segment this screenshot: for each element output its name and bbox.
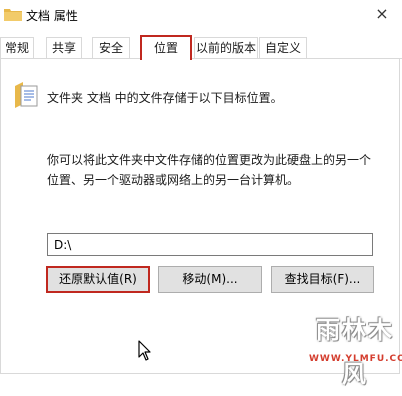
tab-label: 自定义 bbox=[264, 41, 301, 55]
watermark-logo: 雨林木风 WWW.YLMFU.COM bbox=[309, 308, 402, 388]
tab-label: 以前的版本 bbox=[195, 41, 256, 55]
tab-label: 常规 bbox=[4, 41, 29, 55]
tab-previous-versions[interactable]: 以前的版本 bbox=[194, 37, 258, 58]
close-icon: × bbox=[375, 4, 389, 23]
restore-default-button[interactable]: 还原默认值(R) bbox=[46, 266, 150, 293]
tab-customize[interactable]: 自定义 bbox=[259, 37, 307, 58]
title-bar: 文档 属性 × bbox=[0, 0, 402, 32]
mouse-cursor-icon bbox=[138, 340, 151, 361]
watermark-text: 雨林木风 bbox=[316, 316, 394, 388]
folder-icon bbox=[4, 9, 22, 21]
tab-general[interactable]: 常规 bbox=[0, 37, 34, 58]
info-line-2: 位置、另一个驱动器或网络上的另一台计算机。 bbox=[47, 173, 300, 187]
watermark-url: WWW.YLMFU.COM bbox=[309, 354, 402, 364]
tab-bar: 常规 共享 安全 位置 以前的版本 自定义 bbox=[0, 35, 402, 60]
window-title: 文档 属性 bbox=[26, 9, 78, 23]
tab-location[interactable]: 位置 bbox=[140, 35, 192, 60]
info-line-1: 你可以将此文件夹中文件存储的位置更改为此硬盘上的另一个 bbox=[47, 153, 372, 167]
tab-label: 共享 bbox=[51, 41, 76, 55]
find-target-button[interactable]: 查找目标(F)... bbox=[271, 266, 374, 293]
location-description: 文件夹 文档 中的文件存储于以下目标位置。 bbox=[47, 91, 283, 105]
close-button[interactable]: × bbox=[362, 0, 402, 28]
tab-label: 安全 bbox=[98, 41, 123, 55]
tab-security[interactable]: 安全 bbox=[92, 37, 130, 58]
tab-label: 位置 bbox=[153, 41, 178, 55]
location-path-input[interactable] bbox=[47, 233, 373, 256]
move-button[interactable]: 移动(M)... bbox=[158, 266, 262, 293]
folder-document-icon bbox=[15, 82, 38, 108]
location-info: 你可以将此文件夹中文件存储的位置更改为此硬盘上的另一个 位置、另一个驱动器或网络… bbox=[47, 150, 387, 190]
tab-sharing[interactable]: 共享 bbox=[46, 37, 82, 58]
